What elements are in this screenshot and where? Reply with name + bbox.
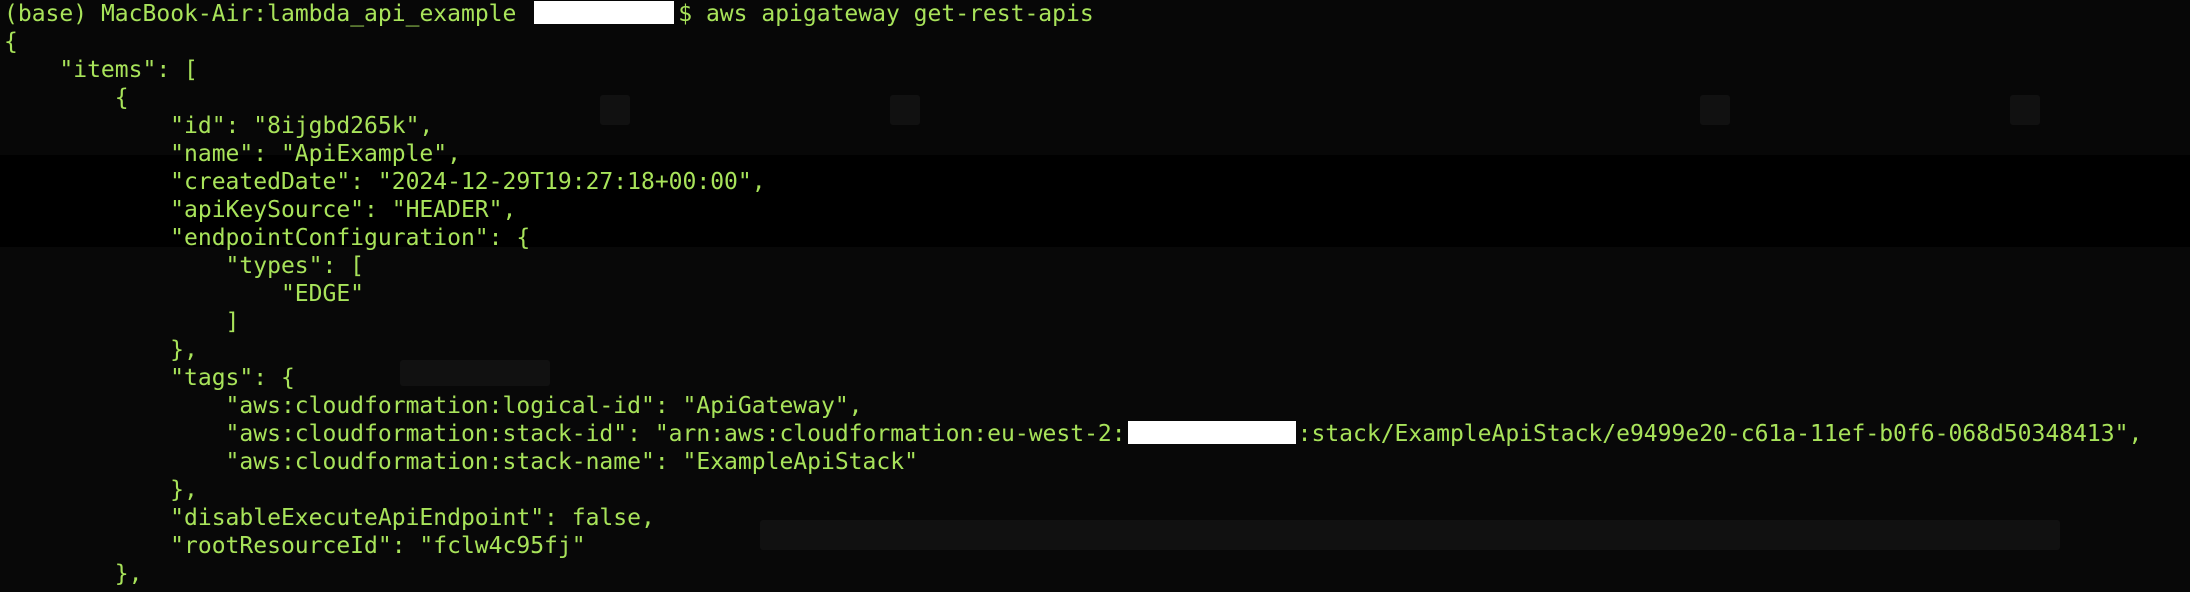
output-line: "items": [ — [4, 57, 198, 83]
stack-id-suffix: :stack/ExampleApiStack/e9499e20-c61a-11e… — [1297, 421, 2143, 447]
output-line: "endpointConfiguration": { — [4, 225, 531, 251]
output-line: "aws:cloudformation:stack-name": "Exampl… — [4, 449, 918, 475]
output-line: "createdDate": "2024-12-29T19:27:18+00:0… — [4, 169, 766, 195]
prompt-symbol: $ — [678, 1, 693, 27]
output-line: ] — [4, 309, 240, 335]
output-line: "aws:cloudformation:logical-id": "ApiGat… — [4, 393, 863, 419]
output-line: "rootResourceId": "fclw4c95fj" — [4, 533, 586, 559]
stack-id-prefix: "aws:cloudformation:stack-id": "arn:aws:… — [4, 421, 1126, 447]
terminal-output: (base) MacBook-Air:lambda_api_example $ … — [4, 0, 2142, 588]
output-line: "apiKeySource": "HEADER", — [4, 197, 517, 223]
redacted-username — [534, 1, 675, 24]
output-line: { — [4, 29, 18, 55]
output-line: "tags": { — [4, 365, 295, 391]
output-line: }, — [4, 477, 198, 503]
output-line: }, — [4, 561, 143, 587]
output-line: "EDGE" — [4, 281, 365, 307]
terminal-window[interactable]: (base) MacBook-Air:lambda_api_example $ … — [0, 0, 2190, 592]
output-line: { — [4, 85, 129, 111]
output-line: "types": [ — [4, 253, 365, 279]
output-line: "aws:cloudformation:stack-id": "arn:aws:… — [4, 420, 2142, 448]
output-line: }, — [4, 337, 198, 363]
redacted-account-id — [1127, 421, 1296, 444]
output-line: "name": "ApiExample", — [4, 141, 461, 167]
output-line: "disableExecuteApiEndpoint": false, — [4, 505, 655, 531]
output-line: "id": "8ijgbd265k", — [4, 113, 434, 139]
conda-env: (base) — [4, 1, 88, 27]
host-path: MacBook-Air:lambda_api_example — [100, 1, 517, 27]
command-text: aws apigateway get-rest-apis — [705, 1, 1094, 27]
prompt-line: (base) MacBook-Air:lambda_api_example $ … — [4, 0, 2142, 28]
